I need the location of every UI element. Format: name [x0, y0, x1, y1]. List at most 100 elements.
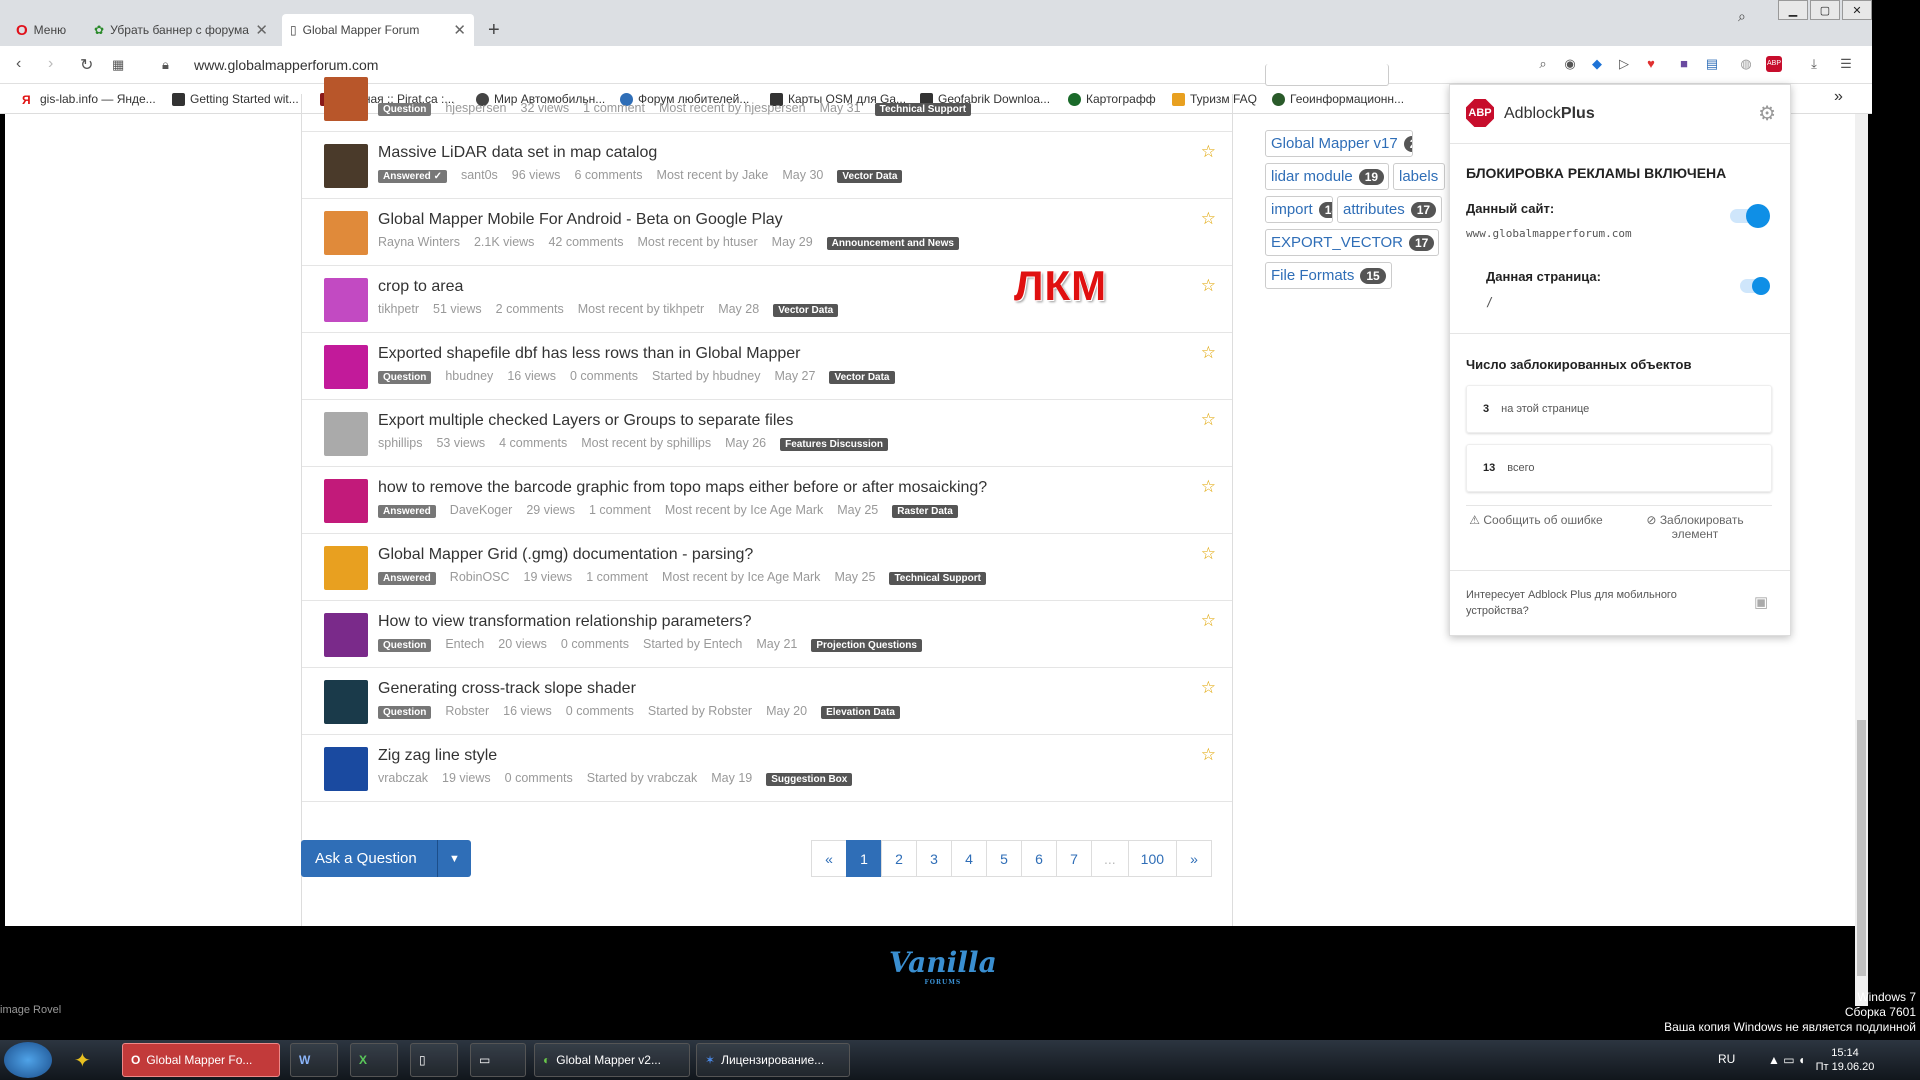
bookmark-star-icon[interactable]: ☆ — [1201, 276, 1216, 296]
tag-item[interactable]: File Formats 15 — [1265, 262, 1392, 289]
avatar[interactable] — [324, 412, 368, 456]
new-tab-button[interactable]: + — [480, 14, 508, 46]
console-icon[interactable]: ▭ — [470, 1043, 526, 1077]
block-element-button[interactable]: ⊘ Заблокировать элемент — [1625, 513, 1765, 541]
author-link[interactable]: vrabczak — [378, 771, 428, 785]
download-icon[interactable]: ⤓ — [1806, 56, 1822, 72]
discussion-row[interactable]: how to remove the barcode graphic from t… — [302, 467, 1232, 534]
category-badge[interactable]: Features Discussion — [780, 438, 888, 451]
recent-by[interactable]: Started by vrabczak — [587, 771, 697, 785]
author-link[interactable]: Entech — [445, 637, 484, 651]
bookmark-star-icon[interactable]: ☆ — [1201, 343, 1216, 363]
recent-by[interactable]: Started by Entech — [643, 637, 742, 651]
recent-by[interactable]: Most recent by Ice Age Mark — [665, 503, 823, 517]
app-icon[interactable]: ✦ — [66, 1043, 99, 1077]
recent-by[interactable]: Most recent by Jake — [657, 168, 769, 182]
discussion-row[interactable]: Question hjespersen 32 views 1 comment Most … — [302, 65, 1232, 132]
discussion-title[interactable]: Massive LiDAR data set in map catalog — [378, 144, 657, 162]
tab-global-mapper-forum[interactable]: ▯ Global Mapper Forum ✕ — [282, 14, 474, 46]
tray-icons[interactable]: ▲ ▭ ◖ — [1760, 1043, 1813, 1077]
category-badge[interactable]: Raster Data — [892, 505, 958, 518]
discussion-row[interactable]: Generating cross-track slope shader Quest… — [302, 668, 1232, 735]
page-link[interactable]: 4 — [951, 840, 987, 877]
language-indicator[interactable]: RU — [1718, 1052, 1735, 1066]
page-link[interactable]: 1 — [846, 840, 882, 877]
bookmark-star-icon[interactable]: ☆ — [1201, 544, 1216, 564]
discussion-row[interactable]: Export multiple checked Layers or Groups… — [302, 400, 1232, 467]
avatar[interactable] — [324, 680, 368, 724]
category-badge[interactable]: Suggestion Box — [766, 773, 853, 786]
category-badge[interactable]: Elevation Data — [821, 706, 900, 719]
avatar[interactable] — [324, 747, 368, 791]
discussion-title[interactable]: Zig zag line style — [378, 747, 497, 765]
author-link[interactable]: sphillips — [378, 436, 422, 450]
search-icon[interactable]: ⌕ — [1535, 56, 1551, 72]
bookmark-star-icon[interactable]: ☆ — [1201, 611, 1216, 631]
discussion-row[interactable]: Massive LiDAR data set in map catalog Ans… — [302, 132, 1232, 199]
page-link[interactable]: « — [811, 840, 847, 877]
taskbar-item-licensing[interactable]: ✶ Лицензирование... — [696, 1043, 850, 1077]
tag-item[interactable]: labels17 — [1393, 163, 1445, 190]
avatar[interactable] — [324, 77, 368, 121]
discussion-row[interactable]: Global Mapper Mobile For Android - Beta … — [302, 199, 1232, 266]
avatar[interactable] — [324, 613, 368, 657]
word-icon[interactable]: W — [290, 1043, 338, 1077]
page-link[interactable]: 6 — [1021, 840, 1057, 877]
close-window-icon[interactable]: ✕ — [1842, 0, 1872, 20]
page-link[interactable]: 2 — [881, 840, 917, 877]
tag-item[interactable]: lidar module 19 — [1265, 163, 1389, 190]
vanilla-logo[interactable]: Vanilla FORUMS — [889, 946, 997, 986]
forward-icon[interactable]: › — [48, 55, 53, 73]
discussion-title[interactable]: crop to area — [378, 278, 463, 296]
bookmark-item[interactable]: Геоинформационн... — [1272, 92, 1404, 106]
adblock-plus-icon[interactable]: ABP — [1766, 56, 1782, 72]
heart-icon[interactable]: ♥ — [1643, 56, 1659, 72]
discussion-title[interactable]: How to view transformation relationship … — [378, 613, 752, 631]
taskbar-item-opera[interactable]: O Global Mapper Fo... — [122, 1043, 280, 1077]
category-badge[interactable]: Announcement and News — [826, 237, 959, 250]
opera-menu-button[interactable]: O Меню — [8, 14, 86, 46]
bookmark-star-icon[interactable]: ☆ — [1201, 410, 1216, 430]
extension-icon[interactable]: ■ — [1676, 56, 1692, 72]
discussion-row[interactable]: How to view transformation relationship … — [302, 601, 1232, 668]
page-link[interactable]: 3 — [916, 840, 952, 877]
discussion-title[interactable]: Generating cross-track slope shader — [378, 680, 636, 698]
recent-by[interactable]: Started by hbudney — [652, 369, 760, 383]
page-link[interactable]: 100 — [1127, 840, 1178, 877]
author-link[interactable]: hjespersen — [445, 101, 506, 115]
tag-item[interactable]: EXPORT_VECTOR 17 — [1265, 229, 1439, 256]
easy-setup-icon[interactable]: ☰ — [1838, 56, 1854, 72]
clock[interactable]: 15:14 Пт 19.06.20 — [1810, 1046, 1880, 1074]
site-toggle[interactable] — [1730, 204, 1770, 228]
author-link[interactable]: Robster — [445, 704, 489, 718]
recent-by[interactable]: Most recent by tikhpetr — [578, 302, 704, 316]
tag-item[interactable]: import18 — [1265, 196, 1333, 223]
recent-by[interactable]: Most recent by sphillips — [581, 436, 711, 450]
bookmark-star-icon[interactable]: ☆ — [1201, 477, 1216, 497]
close-tab-icon[interactable]: ✕ — [453, 21, 466, 39]
tag-item[interactable]: Global Mapper v1720 — [1265, 130, 1413, 157]
avatar[interactable] — [324, 479, 368, 523]
author-link[interactable]: tikhpetr — [378, 302, 419, 316]
author-link[interactable]: sant0s — [461, 168, 498, 182]
taskbar-item-global-mapper[interactable]: ◐ Global Mapper v2... — [534, 1043, 690, 1077]
discussion-title[interactable]: Global Mapper Grid (.gmg) documentation … — [378, 546, 753, 564]
bookmark-star-icon[interactable]: ☆ — [1201, 745, 1216, 765]
page-link[interactable]: ... — [1091, 840, 1129, 877]
recent-by[interactable]: Most recent by hjespersen — [659, 101, 806, 115]
discussion-row[interactable]: Exported shapefile dbf has less rows tha… — [302, 333, 1232, 400]
maximize-icon[interactable]: ▢ — [1810, 0, 1840, 20]
caret-down-icon[interactable]: ▼ — [437, 840, 471, 877]
category-badge[interactable]: Technical Support — [874, 103, 972, 116]
back-icon[interactable]: ‹ — [16, 55, 21, 73]
category-badge[interactable]: Technical Support — [889, 572, 986, 585]
scrollbar-thumb[interactable] — [1857, 720, 1866, 976]
author-link[interactable]: hbudney — [445, 369, 493, 383]
discussion-row[interactable]: Zig zag line style vrabczak 19 views 0 comm… — [302, 735, 1232, 802]
android-icon[interactable]: ▣ — [1754, 593, 1768, 611]
tag-item[interactable] — [1265, 64, 1389, 86]
category-badge[interactable]: Projection Questions — [811, 639, 922, 652]
recent-by[interactable]: Started by Robster — [648, 704, 752, 718]
page-link[interactable]: 5 — [986, 840, 1022, 877]
category-badge[interactable]: Vector Data — [837, 170, 903, 183]
